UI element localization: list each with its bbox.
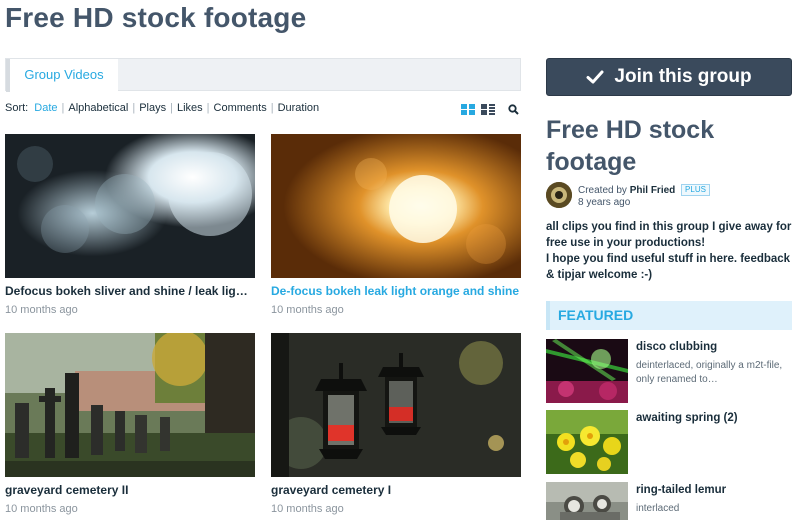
video-thumbnail[interactable] bbox=[5, 134, 255, 278]
join-group-button[interactable]: Join this group bbox=[546, 58, 792, 96]
video-title[interactable]: graveyard cemetery II bbox=[5, 483, 255, 497]
search-icon[interactable] bbox=[507, 103, 521, 115]
sort-divider: | bbox=[132, 102, 136, 114]
sort-label: Sort: bbox=[5, 102, 29, 114]
plus-badge: PLUS bbox=[681, 184, 710, 196]
video-title[interactable]: De-focus bokeh leak light orange and shi… bbox=[271, 284, 521, 298]
creator-line: Created by Phil Fried PLUS bbox=[578, 184, 710, 196]
video-title[interactable]: graveyard cemetery I bbox=[271, 483, 521, 497]
sort-comments[interactable]: Comments bbox=[214, 102, 267, 114]
featured-thumbnail[interactable] bbox=[546, 410, 628, 474]
sort-duration[interactable]: Duration bbox=[278, 102, 320, 114]
sort-divider: | bbox=[61, 102, 65, 114]
sort-divider: | bbox=[270, 102, 274, 114]
sort-divider: | bbox=[170, 102, 173, 114]
featured-header: FEATURED bbox=[546, 301, 792, 330]
sort-likes[interactable]: Likes bbox=[177, 102, 203, 114]
video-thumbnail[interactable] bbox=[5, 333, 255, 477]
featured-item[interactable]: awaiting spring (2) bbox=[546, 410, 792, 474]
sort-alphabetical[interactable]: Alphabetical bbox=[68, 102, 128, 114]
join-button-label: Join this group bbox=[614, 66, 752, 87]
featured-thumbnail[interactable] bbox=[546, 482, 628, 520]
featured-description: deinterlaced, originally a m2t-file, onl… bbox=[636, 360, 783, 385]
video-title[interactable]: Defocus bokeh sliver and shine / leak li… bbox=[5, 284, 255, 298]
video-age: 10 months ago bbox=[271, 503, 344, 515]
list-view-icon[interactable] bbox=[481, 103, 495, 115]
sort-plays[interactable]: Plays bbox=[139, 102, 166, 114]
sort-bar: Sort: Date | Alphabetical | Plays | Likes | Comm… bbox=[5, 102, 521, 116]
video-card[interactable]: De-focus bokeh leak light orange and shi… bbox=[271, 134, 521, 316]
featured-description: interlaced bbox=[636, 503, 680, 514]
video-card[interactable]: graveyard cemetery II 10 months ago bbox=[5, 333, 255, 515]
video-thumbnail[interactable] bbox=[271, 134, 521, 278]
video-age: 10 months ago bbox=[271, 304, 344, 316]
description-line: all clips you find in this group I give … bbox=[546, 221, 792, 249]
description-line: I hope you find useful stuff in here. fe… bbox=[546, 253, 791, 281]
checkmark-icon bbox=[586, 70, 604, 84]
sort-date[interactable]: Date bbox=[34, 102, 57, 114]
video-card[interactable]: Defocus bokeh sliver and shine / leak li… bbox=[5, 134, 255, 316]
featured-thumbnail[interactable] bbox=[546, 339, 628, 403]
grid-view-icon[interactable] bbox=[461, 103, 475, 115]
group-description: all clips you find in this group I give … bbox=[546, 219, 796, 283]
featured-title[interactable]: disco clubbing bbox=[636, 341, 717, 353]
featured-title[interactable]: ring-tailed lemur bbox=[636, 484, 726, 496]
group-title: Free HD stock footage bbox=[546, 116, 715, 176]
tab-group-videos[interactable]: Group Videos bbox=[6, 59, 118, 92]
avatar[interactable] bbox=[546, 182, 572, 208]
video-age: 10 months ago bbox=[5, 503, 78, 515]
video-thumbnail[interactable] bbox=[271, 333, 521, 477]
view-toggle bbox=[461, 102, 521, 116]
featured-item[interactable]: ring-tailed lemur interlaced bbox=[546, 482, 792, 520]
page-title: Free HD stock footage bbox=[5, 2, 307, 33]
creator-info: Created by Phil Fried PLUS 8 years ago bbox=[546, 182, 796, 210]
tab-bar: Group Videos bbox=[5, 58, 521, 92]
video-card[interactable]: graveyard cemetery I 10 months ago bbox=[271, 333, 521, 515]
created-by-label: Created by bbox=[578, 185, 627, 196]
featured-item[interactable]: disco clubbing deinterlaced, originally … bbox=[546, 339, 792, 403]
video-age: 10 months ago bbox=[5, 304, 78, 316]
sort-divider: | bbox=[206, 102, 210, 114]
creator-name[interactable]: Phil Fried bbox=[630, 185, 676, 196]
created-age: 8 years ago bbox=[578, 197, 631, 208]
featured-title[interactable]: awaiting spring (2) bbox=[636, 412, 738, 424]
